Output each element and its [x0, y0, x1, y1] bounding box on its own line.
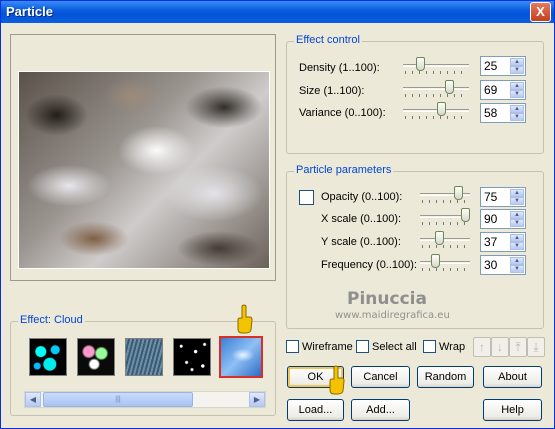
- size-label: Size (1..100):: [299, 85, 365, 97]
- opacity-label: Opacity (0..100):: [321, 191, 403, 203]
- move-top-icon[interactable]: ⤒: [509, 337, 527, 357]
- spin-down-icon[interactable]: ▼: [510, 66, 524, 74]
- variance-label: Variance (0..100):: [299, 107, 386, 119]
- slider-thumb[interactable]: [437, 102, 447, 116]
- frequency-label: Frequency (0..100):: [321, 259, 417, 271]
- y-scale-spinbox[interactable]: 37 ▲ ▼: [480, 232, 526, 252]
- add-button[interactable]: Add...: [351, 399, 410, 421]
- spin-down-icon[interactable]: ▼: [510, 90, 524, 98]
- opacity-spinbox[interactable]: 75 ▲ ▼: [480, 187, 526, 207]
- stars-thumbnail[interactable]: [173, 338, 211, 376]
- density-spinbox[interactable]: 25 ▲ ▼: [480, 56, 526, 76]
- y-scale-label: Y scale (0..100):: [321, 236, 401, 248]
- move-bottom-icon[interactable]: ⤓: [527, 337, 545, 357]
- watermark-url: www.maidiregrafica.eu: [335, 310, 450, 321]
- spin-down-icon[interactable]: ▼: [510, 113, 524, 121]
- window-title: Particle: [6, 4, 53, 19]
- wrap-label: Wrap: [439, 341, 466, 353]
- watermark-name: Pinuccia: [347, 289, 427, 309]
- y-scale-value[interactable]: 37: [484, 235, 497, 249]
- frequency-slider[interactable]: [420, 254, 470, 272]
- x-scale-spinbox[interactable]: 90 ▲ ▼: [480, 209, 526, 229]
- close-button[interactable]: X: [530, 2, 551, 22]
- wireframe-label: Wireframe: [302, 341, 353, 353]
- frequency-value[interactable]: 30: [484, 258, 497, 272]
- bubbles-thumbnail[interactable]: [29, 338, 67, 376]
- select-all-label: Select all: [372, 341, 417, 353]
- slider-thumb[interactable]: [415, 57, 425, 71]
- spin-down-icon[interactable]: ▼: [510, 219, 524, 227]
- move-up-icon[interactable]: ↑: [473, 337, 491, 357]
- help-button[interactable]: Help: [483, 399, 542, 421]
- about-button[interactable]: About: [483, 366, 542, 388]
- opacity-checkbox[interactable]: [299, 190, 314, 205]
- slider-thumb[interactable]: [431, 254, 440, 268]
- load-button[interactable]: Load...: [287, 399, 344, 421]
- spin-up-icon[interactable]: ▲: [510, 189, 524, 197]
- spin-down-icon[interactable]: ▼: [510, 197, 524, 205]
- scroll-thumb[interactable]: |||: [43, 392, 193, 407]
- x-scale-label: X scale (0..100):: [321, 213, 402, 225]
- particle-dialog: Particle X Effect control Density (1..10…: [0, 0, 555, 429]
- y-scale-slider[interactable]: [420, 231, 470, 249]
- density-slider[interactable]: [403, 57, 469, 75]
- preview-panel: [10, 34, 276, 281]
- density-label: Density (1..100):: [299, 62, 380, 74]
- random-button[interactable]: Random: [417, 366, 474, 388]
- spin-down-icon[interactable]: ▼: [510, 265, 524, 273]
- x-scale-slider[interactable]: [420, 208, 470, 226]
- select-all-checkbox[interactable]: [356, 340, 369, 353]
- x-scale-value[interactable]: 90: [484, 212, 497, 226]
- rain-thumbnail[interactable]: [125, 338, 163, 376]
- move-down-icon[interactable]: ↓: [491, 337, 509, 357]
- opacity-slider[interactable]: [420, 186, 470, 204]
- variance-spinbox[interactable]: 58 ▲ ▼: [480, 103, 526, 123]
- size-slider[interactable]: [403, 80, 469, 98]
- frequency-spinbox[interactable]: 30 ▲ ▼: [480, 255, 526, 275]
- particle-parameters-label: Particle parameters: [294, 164, 394, 176]
- spin-up-icon[interactable]: ▲: [510, 82, 524, 90]
- scroll-left-icon[interactable]: ◀: [25, 392, 41, 407]
- slider-thumb[interactable]: [444, 80, 454, 94]
- variance-slider[interactable]: [403, 102, 469, 120]
- scroll-right-icon[interactable]: ▶: [249, 392, 265, 407]
- bokeh-thumbnail[interactable]: [77, 338, 115, 376]
- wireframe-checkbox[interactable]: [286, 340, 299, 353]
- hand-pointer-icon: [329, 365, 345, 395]
- size-value[interactable]: 69: [484, 83, 497, 97]
- hand-pointer-icon: [237, 304, 253, 334]
- opacity-value[interactable]: 75: [484, 190, 497, 204]
- effect-control-label: Effect control: [294, 34, 362, 46]
- cloud-preview-image: [18, 71, 270, 269]
- slider-thumb[interactable]: [434, 231, 444, 245]
- size-spinbox[interactable]: 69 ▲ ▼: [480, 80, 526, 100]
- variance-value[interactable]: 58: [484, 106, 497, 120]
- density-value[interactable]: 25: [484, 59, 497, 73]
- spin-up-icon[interactable]: ▲: [510, 211, 524, 219]
- spin-up-icon[interactable]: ▲: [510, 257, 524, 265]
- effect-gallery-label: Effect: Cloud: [18, 314, 85, 326]
- spin-up-icon[interactable]: ▲: [510, 58, 524, 66]
- slider-thumb[interactable]: [453, 186, 463, 200]
- spin-up-icon[interactable]: ▲: [510, 105, 524, 113]
- slider-thumb[interactable]: [461, 208, 470, 222]
- gallery-scrollbar[interactable]: ◀ ||| ▶: [24, 391, 266, 408]
- spin-up-icon[interactable]: ▲: [510, 234, 524, 242]
- cancel-button[interactable]: Cancel: [351, 366, 410, 388]
- wrap-checkbox[interactable]: [423, 340, 436, 353]
- cloud-thumbnail[interactable]: [219, 336, 263, 378]
- title-bar: Particle X: [1, 1, 554, 23]
- spin-down-icon[interactable]: ▼: [510, 242, 524, 250]
